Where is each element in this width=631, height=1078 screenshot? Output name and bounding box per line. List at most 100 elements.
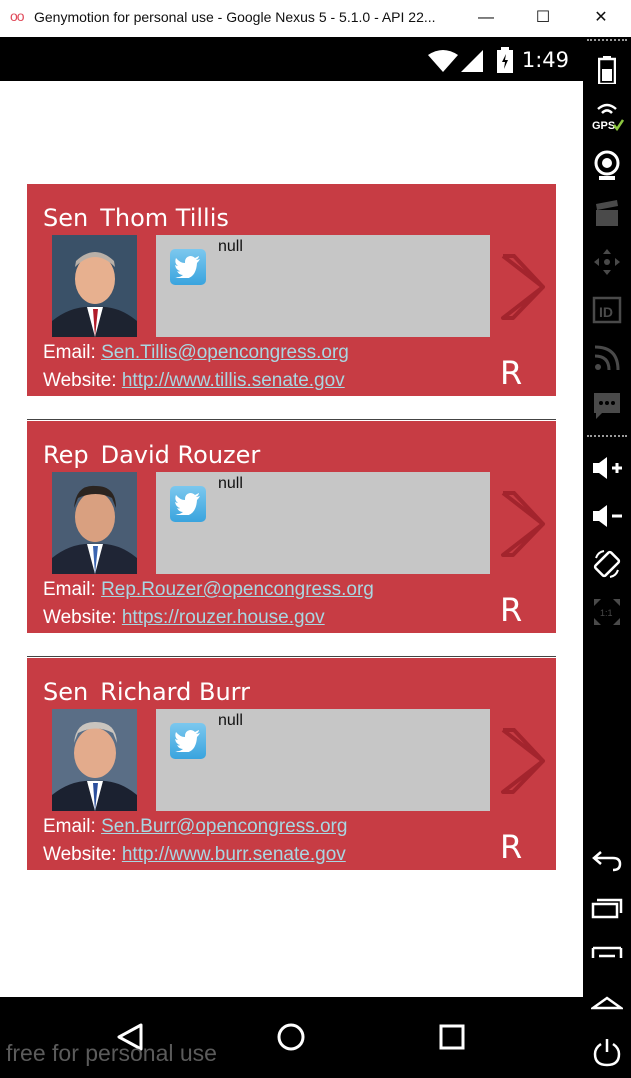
id-icon: ID (592, 296, 622, 324)
battery-widget-button[interactable] (583, 50, 631, 90)
recents-square-icon (439, 1024, 465, 1050)
device-id-widget-button[interactable]: ID (583, 290, 631, 330)
tweet-box: null (156, 235, 490, 337)
power-button[interactable] (583, 1032, 631, 1072)
legislator-title: Sen Richard Burr (43, 678, 250, 706)
website-link[interactable]: http://www.burr.senate.gov (122, 844, 346, 865)
signal-icon (461, 50, 483, 72)
menu-hardware-button[interactable] (583, 936, 631, 976)
home-icon (591, 996, 623, 1010)
card-divider (27, 419, 556, 420)
twitter-icon[interactable] (170, 486, 206, 522)
legislator-title: Sen Thom Tillis (43, 204, 229, 232)
dpad-widget-button[interactable] (583, 242, 631, 282)
emulator-toolbar: GPS ID 1:1 (583, 37, 631, 1078)
email-line: Email: Sen.Burr@opencongress.org (43, 816, 347, 838)
legislator-name: Thom Tillis (100, 204, 229, 232)
volume-down-button[interactable] (583, 496, 631, 536)
legislator-title-prefix: Sen (43, 204, 89, 232)
recent-apps-icon (591, 898, 623, 919)
id-label: ID (599, 304, 613, 320)
tweet-text: null (218, 712, 243, 729)
volume-up-button[interactable] (583, 448, 631, 488)
legislator-title-prefix: Rep (43, 441, 89, 469)
wifi-icon (428, 50, 458, 72)
personal-use-watermark: free for personal use (6, 1040, 217, 1066)
minimize-button[interactable]: — (466, 4, 506, 32)
window-title: Genymotion for personal use - Google Nex… (34, 9, 436, 25)
sms-widget-button[interactable] (583, 386, 631, 426)
tweet-box: null (156, 709, 490, 811)
rotate-icon (593, 550, 621, 578)
party-label: R (500, 591, 523, 629)
battery-icon (598, 56, 616, 84)
tweet-box: null (156, 472, 490, 574)
genymotion-logo-icon: oo (10, 8, 25, 24)
scale-label: 1:1 (600, 608, 613, 618)
email-label: Email: (43, 816, 96, 837)
back-hardware-button[interactable] (583, 840, 631, 880)
twitter-icon[interactable] (170, 723, 206, 759)
nav-recents-button[interactable] (432, 1017, 472, 1057)
sms-icon (594, 393, 620, 419)
device-screen: 1:49 Sen Thom Tillis null R Email: Sen.Ti… (0, 37, 583, 997)
webcam-icon (594, 150, 620, 180)
legislator-card[interactable]: Sen Thom Tillis null R Email: Sen.Tillis@… (27, 184, 556, 396)
scale-icon: 1:1 (594, 599, 620, 625)
webcam-widget-button[interactable] (583, 146, 631, 186)
twitter-icon[interactable] (170, 249, 206, 285)
maximize-button[interactable]: ☐ (523, 4, 563, 32)
legislator-title-prefix: Sen (43, 678, 89, 706)
legislator-card[interactable]: Rep David Rouzer null R Email: Rep.Rouzer… (27, 421, 556, 633)
website-line: Website: http://www.tillis.senate.gov (43, 370, 345, 392)
tweet-text: null (218, 238, 243, 255)
website-line: Website: http://www.burr.senate.gov (43, 844, 346, 866)
website-label: Website: (43, 607, 117, 628)
party-label: R (500, 828, 523, 866)
legislator-photo (52, 709, 137, 811)
email-link[interactable]: Sen.Burr@opencongress.org (101, 816, 347, 837)
party-label: R (500, 354, 523, 392)
legislator-photo (52, 472, 137, 574)
email-label: Email: (43, 342, 96, 363)
website-label: Website: (43, 844, 117, 865)
home-hardware-button[interactable] (583, 984, 631, 1024)
website-label: Website: (43, 370, 117, 391)
scale-button[interactable]: 1:1 (583, 592, 631, 632)
rotate-button[interactable] (583, 544, 631, 584)
email-line: Email: Sen.Tillis@opencongress.org (43, 342, 349, 364)
email-link[interactable]: Rep.Rouzer@opencongress.org (101, 579, 374, 600)
back-icon (592, 851, 622, 872)
website-link[interactable]: http://www.tillis.senate.gov (122, 370, 345, 391)
window-title-bar: oo Genymotion for personal use - Google … (0, 0, 631, 38)
status-time: 1:49 (521, 48, 569, 72)
email-label: Email: (43, 579, 96, 600)
legislator-card[interactable]: Sen Richard Burr null R Email: Sen.Burr@o… (27, 658, 556, 870)
capture-icon (596, 200, 618, 226)
chevron-right-icon[interactable] (500, 491, 546, 557)
chevron-right-icon[interactable] (500, 254, 546, 320)
volume-up-icon (593, 457, 622, 479)
gps-icon: GPS (592, 103, 624, 132)
close-button[interactable]: ✕ (581, 4, 621, 32)
email-line: Email: Rep.Rouzer@opencongress.org (43, 579, 374, 601)
website-line: Website: https://rouzer.house.gov (43, 607, 325, 629)
legislator-photo (52, 235, 137, 337)
menu-icon (591, 946, 623, 958)
rss-icon (594, 345, 620, 371)
gps-label: GPS (592, 120, 615, 132)
home-circle-icon (277, 1023, 305, 1051)
gps-widget-button[interactable]: GPS (583, 98, 631, 138)
capture-widget-button[interactable] (583, 194, 631, 234)
chevron-right-icon[interactable] (500, 728, 546, 794)
tweet-text: null (218, 475, 243, 492)
recent-apps-hardware-button[interactable] (583, 888, 631, 928)
email-link[interactable]: Sen.Tillis@opencongress.org (101, 342, 349, 363)
legislator-title: Rep David Rouzer (43, 441, 260, 469)
legislator-name: David Rouzer (100, 441, 261, 469)
battery-status-icon (497, 47, 513, 73)
nav-home-button[interactable] (271, 1017, 311, 1057)
network-widget-button[interactable] (583, 338, 631, 378)
toolbar-separator (587, 39, 627, 41)
website-link[interactable]: https://rouzer.house.gov (122, 607, 325, 628)
